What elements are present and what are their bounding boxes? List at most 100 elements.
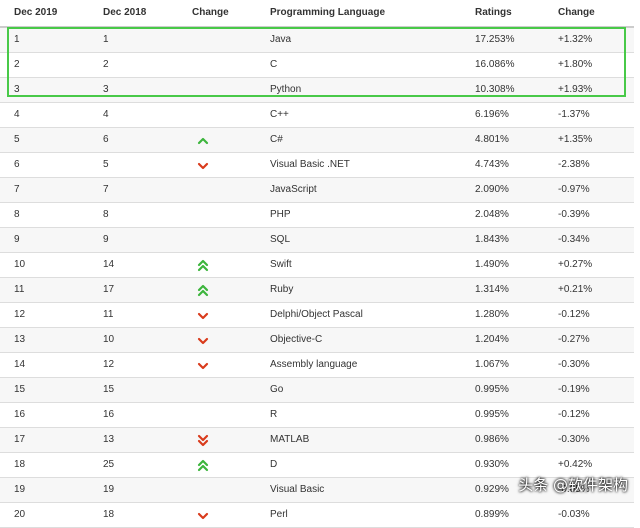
header-dec-2019[interactable]: Dec 2019: [14, 0, 57, 26]
chevron-down-icon: [197, 337, 209, 345]
table-row: 8 8 PHP 2.048% -0.39%: [0, 203, 634, 228]
table-header-row: Dec 2019 Dec 2018 Change Programming Lan…: [0, 0, 634, 28]
rating-change: -2.38%: [558, 159, 590, 170]
language-name: Objective-C: [270, 334, 323, 345]
rating-change: -0.39%: [558, 209, 590, 220]
rating-value: 1.314%: [475, 284, 509, 295]
rating-value: 6.196%: [475, 109, 509, 120]
language-name: Visual Basic .NET: [270, 159, 350, 170]
rating-value: 2.048%: [475, 209, 509, 220]
table-row: 4 4 C++ 6.196% -1.37%: [0, 103, 634, 128]
rating-value: 0.986%: [475, 434, 509, 445]
table-row: 16 16 R 0.995% -0.12%: [0, 403, 634, 428]
table-row: 5 6 C# 4.801% +1.35%: [0, 128, 634, 153]
table-row: 7 7 JavaScript 2.090% -0.97%: [0, 178, 634, 203]
language-name: Perl: [270, 509, 288, 520]
double-chevron-down-icon: [197, 434, 209, 447]
rating-value: 0.899%: [475, 509, 509, 520]
language-name: JavaScript: [270, 184, 317, 195]
rating-value: 1.067%: [475, 359, 509, 370]
rank-2018: 5: [103, 159, 109, 170]
rating-change: -1.37%: [558, 109, 590, 120]
chevron-up-icon: [197, 137, 209, 145]
table-row: 12 11 Delphi/Object Pascal 1.280% -0.12%: [0, 303, 634, 328]
rank-2018: 12: [103, 359, 115, 370]
top-three-highlight-box: [7, 27, 626, 97]
rank-2019: 4: [14, 109, 20, 120]
rank-2018: 15: [103, 384, 115, 395]
rank-2019: 6: [14, 159, 20, 170]
rank-2018: 10: [103, 334, 115, 345]
rating-value: 0.995%: [475, 384, 509, 395]
double-chevron-up-icon: [197, 259, 209, 272]
rating-value: 1.490%: [475, 259, 509, 270]
rank-2019: 18: [14, 459, 26, 470]
language-name: Visual Basic: [270, 484, 325, 495]
double-chevron-up-icon: [197, 459, 209, 472]
double-chevron-up-icon: [197, 284, 209, 297]
table-row: 14 12 Assembly language 1.067% -0.30%: [0, 353, 634, 378]
table-row: 9 9 SQL 1.843% -0.34%: [0, 228, 634, 253]
rank-2019: 11: [14, 284, 25, 295]
chevron-down-icon: [197, 162, 209, 170]
rating-change: -0.30%: [558, 434, 590, 445]
language-name: SQL: [270, 234, 291, 245]
language-name: Ruby: [270, 284, 294, 295]
language-name: MATLAB: [270, 434, 310, 445]
rating-value: 0.995%: [475, 409, 509, 420]
language-name: Swift: [270, 259, 292, 270]
rating-change: +0.27%: [558, 259, 593, 270]
rating-change: -0.12%: [558, 409, 590, 420]
header-ratings[interactable]: Ratings: [475, 0, 512, 26]
header-change[interactable]: Change: [192, 0, 262, 26]
table-row: 13 10 Objective-C 1.204% -0.27%: [0, 328, 634, 353]
rating-change: -0.19%: [558, 384, 590, 395]
rank-2018: 6: [103, 134, 109, 145]
table-row: 10 14 Swift 1.490% +0.27%: [0, 253, 634, 278]
rank-2019: 12: [14, 309, 26, 320]
header-dec-2018[interactable]: Dec 2018: [103, 0, 146, 26]
rank-2018: 7: [103, 184, 109, 195]
rating-change: -0.97%: [558, 184, 590, 195]
table-row: 15 15 Go 0.995% -0.19%: [0, 378, 634, 403]
rank-2019: 15: [14, 384, 26, 395]
rank-2019: 10: [14, 259, 26, 270]
rank-2018: 11: [103, 309, 114, 320]
rank-2019: 19: [14, 484, 26, 495]
rating-value: 1.280%: [475, 309, 509, 320]
rating-value: 4.743%: [475, 159, 509, 170]
chevron-down-icon: [197, 312, 209, 320]
language-name: Go: [270, 384, 284, 395]
rating-value: 0.929%: [475, 484, 509, 495]
rank-2018: 9: [103, 234, 109, 245]
rating-value: 1.843%: [475, 234, 509, 245]
rank-2018: 13: [103, 434, 115, 445]
rank-2019: 5: [14, 134, 20, 145]
rating-change: -0.12%: [558, 309, 590, 320]
rank-2018: 14: [103, 259, 115, 270]
rank-2019: 9: [14, 234, 20, 245]
rating-change: -0.30%: [558, 359, 590, 370]
table-row: 11 17 Ruby 1.314% +0.21%: [0, 278, 634, 303]
rank-2018: 16: [103, 409, 115, 420]
rank-2019: 16: [14, 409, 26, 420]
language-name: PHP: [270, 209, 291, 220]
language-name: C++: [270, 109, 289, 120]
chevron-down-icon: [197, 362, 209, 370]
rating-change: -0.34%: [558, 234, 590, 245]
rank-2018: 8: [103, 209, 109, 220]
rating-value: 0.930%: [475, 459, 509, 470]
language-name: C#: [270, 134, 283, 145]
rating-value: 4.801%: [475, 134, 509, 145]
rank-2019: 8: [14, 209, 20, 220]
rank-2018: 19: [103, 484, 115, 495]
rank-2018: 25: [103, 459, 115, 470]
chevron-down-icon: [197, 512, 209, 520]
table-body: 1 1 Java 17.253% +1.32% 2 2 C 16.086% +1.80% 3 3 Pyt…: [0, 28, 634, 528]
header-language[interactable]: Programming Language: [270, 0, 385, 26]
rank-2019: 20: [14, 509, 26, 520]
rank-2019: 14: [14, 359, 26, 370]
header-change-percent[interactable]: Change: [558, 0, 595, 26]
table-row: 17 13 MATLAB 0.986% -0.30%: [0, 428, 634, 453]
rank-2019: 7: [14, 184, 20, 195]
